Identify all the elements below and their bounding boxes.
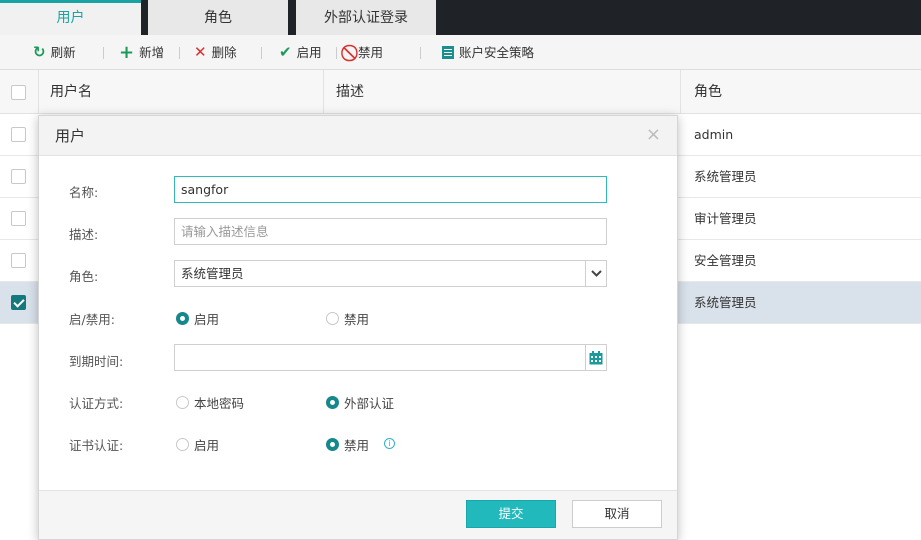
chevron-down-icon[interactable] xyxy=(585,261,606,286)
radio-selected-icon xyxy=(326,396,339,409)
column-header-description[interactable]: 描述 xyxy=(336,70,364,114)
toolbar-divider xyxy=(420,47,421,59)
account-security-policy-button[interactable]: 账户安全策略 xyxy=(442,35,534,70)
radio-selected-icon xyxy=(176,312,189,325)
close-icon[interactable]: × xyxy=(646,116,661,154)
status-enable-label: 启用 xyxy=(194,312,220,327)
toolbar: ↻ 刷新 + 新增 ✕ 删除 ✔ 启用 ⃠ 禁用 账户安全策略 xyxy=(0,35,921,70)
row-checkbox[interactable] xyxy=(11,127,26,142)
auth-external-radio[interactable]: 外部认证 xyxy=(326,393,394,412)
cert-disable-label: 禁用 xyxy=(344,438,370,453)
top-tab-bar: 用户 角色 外部认证登录 xyxy=(0,0,921,35)
refresh-button[interactable]: ↻ 刷新 xyxy=(33,35,76,70)
user-dialog: 用户 × 名称: sangfor 描述: 请输入描述信息 角色: 系统管理员 启… xyxy=(38,115,678,540)
row-checkbox[interactable] xyxy=(11,169,26,184)
dialog-header: 用户 × xyxy=(39,116,677,156)
toolbar-divider xyxy=(103,47,104,59)
policy-label: 账户安全策略 xyxy=(459,44,535,60)
description-input[interactable]: 请输入描述信息 xyxy=(174,218,607,245)
role-cell: 系统管理员 xyxy=(694,295,757,310)
checkmark-icon: ✔ xyxy=(279,43,292,61)
auth-external-label: 外部认证 xyxy=(344,396,395,411)
toolbar-divider xyxy=(179,47,180,59)
list-document-icon xyxy=(442,46,454,59)
status-disable-radio[interactable]: 禁用 xyxy=(326,309,369,328)
enable-label: 启用 xyxy=(296,44,322,60)
tab-roles[interactable]: 角色 xyxy=(148,0,288,35)
add-label: 新增 xyxy=(139,44,165,60)
role-select[interactable]: 系统管理员 xyxy=(174,260,607,287)
role-cell: admin xyxy=(694,127,734,142)
role-cell: 安全管理员 xyxy=(694,253,757,268)
name-label: 名称: xyxy=(69,185,99,200)
cancel-button[interactable]: 取消 xyxy=(572,500,662,528)
name-input[interactable]: sangfor xyxy=(174,176,607,203)
column-divider xyxy=(38,70,39,114)
refresh-label: 刷新 xyxy=(50,44,76,60)
expire-date-input[interactable] xyxy=(174,344,607,371)
column-divider xyxy=(323,70,324,114)
submit-button[interactable]: 提交 xyxy=(466,500,556,528)
tab-external-auth-login[interactable]: 外部认证登录 xyxy=(296,0,436,35)
row-checkbox[interactable] xyxy=(11,211,26,226)
disable-label: 禁用 xyxy=(358,44,384,60)
dialog-footer: 提交 取消 xyxy=(39,490,677,539)
radio-unselected-icon xyxy=(176,438,189,451)
column-divider xyxy=(680,70,681,114)
tab-users[interactable]: 用户 xyxy=(0,0,141,35)
cert-auth-label: 证书认证: xyxy=(69,438,124,453)
radio-unselected-icon xyxy=(326,312,339,325)
dialog-title: 用户 xyxy=(55,127,86,145)
role-label: 角色: xyxy=(69,269,99,284)
row-checkbox-checked[interactable] xyxy=(11,295,26,310)
role-select-value: 系统管理员 xyxy=(181,266,244,281)
radio-selected-icon xyxy=(326,438,339,451)
role-cell: 审计管理员 xyxy=(694,211,757,226)
cert-enable-radio[interactable]: 启用 xyxy=(176,435,219,454)
enable-button[interactable]: ✔ 启用 xyxy=(279,35,322,70)
cert-enable-label: 启用 xyxy=(194,438,220,453)
auth-local-radio[interactable]: 本地密码 xyxy=(176,393,244,412)
status-enable-radio[interactable]: 启用 xyxy=(176,309,219,328)
select-all-checkbox[interactable] xyxy=(11,85,26,100)
close-x-icon: ✕ xyxy=(194,43,207,61)
toolbar-divider xyxy=(336,47,337,59)
role-cell: 系统管理员 xyxy=(694,169,757,184)
status-disable-label: 禁用 xyxy=(344,312,370,327)
column-header-role[interactable]: 角色 xyxy=(694,70,722,114)
delete-label: 删除 xyxy=(211,44,237,60)
row-checkbox[interactable] xyxy=(11,253,26,268)
delete-button[interactable]: ✕ 删除 xyxy=(194,35,237,70)
expire-label: 到期时间: xyxy=(69,354,124,369)
toolbar-divider xyxy=(261,47,262,59)
auth-local-label: 本地密码 xyxy=(194,396,245,411)
column-header-username[interactable]: 用户名 xyxy=(50,70,92,114)
status-label: 启/禁用: xyxy=(69,312,115,327)
refresh-icon: ↻ xyxy=(33,43,46,61)
disable-button[interactable]: ⃠ 禁用 xyxy=(353,35,383,70)
radio-unselected-icon xyxy=(176,396,189,409)
calendar-icon[interactable] xyxy=(585,345,606,370)
cert-disable-radio[interactable]: 禁用 xyxy=(326,435,369,454)
plus-icon: + xyxy=(119,41,135,63)
description-label: 描述: xyxy=(69,227,99,242)
table-header: 用户名 描述 角色 xyxy=(0,70,921,114)
add-button[interactable]: + 新增 xyxy=(119,35,164,70)
auth-method-label: 认证方式: xyxy=(69,396,124,411)
info-icon[interactable]: i xyxy=(384,438,395,449)
